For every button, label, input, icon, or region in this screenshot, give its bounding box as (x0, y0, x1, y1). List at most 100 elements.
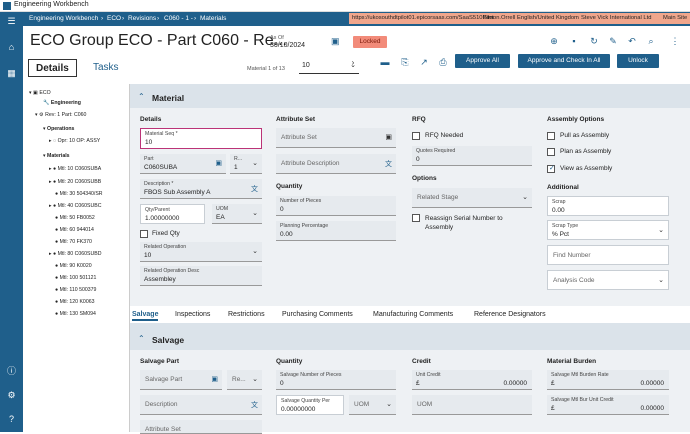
plan-as-assembly-checkbox[interactable] (547, 148, 555, 156)
undo-icon[interactable]: ↶ (626, 36, 638, 47)
salvage-part-field[interactable]: Salvage Part ▣ (140, 370, 222, 390)
unlock-button[interactable]: Unlock (617, 54, 659, 68)
tab-manufacturing-comments[interactable]: Manufacturing Comments (373, 311, 453, 318)
breadcrumb-item[interactable]: Revisions (128, 15, 156, 22)
salvage-uom-select[interactable]: UOM ⌄ (349, 395, 396, 415)
breadcrumb-bar: Engineering Workbench › ECO › Revisions … (23, 12, 690, 26)
calendar-icon[interactable]: ▣ (331, 36, 340, 47)
fixed-qty-checkbox[interactable] (140, 230, 148, 238)
print-icon[interactable]: ⎙ (437, 57, 449, 68)
tab-purchasing-comments[interactable]: Purchasing Comments (282, 311, 353, 318)
analysis-code-select[interactable]: Analysis Code ⌄ (547, 270, 669, 290)
collapse-chevron-icon[interactable]: ⌃ (138, 92, 145, 101)
salvage-revision-select[interactable]: Re... ⌄ (227, 370, 262, 390)
tab-details[interactable]: Details (28, 59, 77, 77)
tree-node-material[interactable]: ▸ ● Mtl: 10 C060SUBA (49, 166, 101, 172)
save-icon[interactable]: ▪ (568, 36, 580, 46)
number-of-pieces-field: Number of Pieces 0 (276, 196, 396, 216)
tree-node-materials[interactable]: ▾ Materials (43, 153, 70, 159)
breadcrumb-item[interactable]: Materials (200, 15, 226, 22)
user-context-bar: https://ukosouthdtpilot01.epicorsaas.com… (349, 13, 690, 24)
pull-as-assembly-checkbox[interactable] (547, 132, 555, 140)
attachment-icon[interactable]: ⎘ (399, 57, 411, 68)
tree-node-material[interactable]: ● Mtl: 60 944014 (55, 227, 94, 233)
open-external-icon[interactable]: ↗ (418, 57, 430, 68)
as-of-label: As Of (270, 35, 284, 41)
tab-salvage[interactable]: Salvage (132, 311, 159, 321)
window-title: Engineering Workbench (14, 1, 89, 8)
tree-node-eco[interactable]: ▾ ▣ ECO (29, 90, 51, 96)
view-as-assembly-checkbox[interactable] (547, 164, 555, 173)
add-icon[interactable]: ⊕ (548, 36, 560, 47)
tree-node-material[interactable]: ● Mtl: 110 500379 (55, 287, 96, 293)
qty-per-parent-field[interactable]: Qty/Parent 1.00000000 (140, 204, 205, 224)
breadcrumb-item[interactable]: ECO (107, 15, 121, 22)
scrap-type-select[interactable]: Scrap Type% Pct ⌄ (547, 220, 669, 240)
salvage-qty-per-field[interactable]: Salvage Quantity Per 0.00000000 (276, 395, 344, 415)
description-field[interactable]: Description * FBOS Sub Assembly A文 (140, 179, 262, 199)
more-options-icon[interactable]: ⋮ (669, 36, 681, 47)
view-icon[interactable]: ▬ (379, 57, 391, 67)
tree-node-material[interactable]: ● Mtl: 50 FB0052 (55, 215, 95, 221)
company[interactable]: Steve Vick International Ltd (581, 15, 651, 21)
app-icon (3, 2, 11, 10)
tree-node-material[interactable]: ● Mtl: 70 FK370 (55, 239, 92, 245)
material-section-header[interactable]: ⌃ Material (130, 88, 690, 108)
attribute-set-field[interactable]: Attribute Set ▣ (276, 128, 396, 148)
chevron-down-icon: ⌄ (658, 227, 664, 234)
tab-inspections[interactable]: Inspections (175, 311, 210, 318)
tab-reference-designators[interactable]: Reference Designators (474, 311, 546, 318)
tree-node-material[interactable]: ▸ ● Mtl: 20 C060SUBB (49, 179, 101, 185)
breadcrumb-item[interactable]: C060 - 1 - (164, 15, 193, 22)
rfq-needed-checkbox[interactable] (412, 132, 420, 140)
edit-icon[interactable]: ✎ (607, 36, 619, 47)
home-icon[interactable]: ⌂ (6, 42, 17, 53)
tree-node-material[interactable]: ● Mtl: 130 SM094 (55, 311, 96, 317)
tree-node-material[interactable]: ● Mtl: 120 K0063 (55, 299, 94, 305)
page-header: ECO Group ECO - Part C060 - Re... As Of … (23, 26, 690, 84)
salvage-section-header[interactable]: ⌃ Salvage (130, 330, 690, 350)
user-name[interactable]: Simon.Orrell (483, 15, 515, 21)
page-title: ECO Group ECO - Part C060 - Re... (30, 32, 287, 49)
tree-node-material[interactable]: ▸ ● Mtl: 80 C060SUBD (49, 251, 101, 257)
apps-icon[interactable]: ▦ (6, 68, 17, 79)
reassign-serial-checkbox[interactable] (412, 214, 420, 222)
revision-select[interactable]: R... 1 ⌄ (230, 154, 262, 174)
tree-node-operations[interactable]: ▾ Operations (43, 126, 74, 132)
next-record-icon[interactable]: › (347, 58, 359, 67)
menu-icon[interactable]: ☰ (6, 16, 17, 27)
tree-node-material[interactable]: ● Mtl: 100 501121 (55, 275, 96, 281)
info-icon[interactable]: ⓘ (6, 366, 17, 377)
find-number-field[interactable]: Find Number (547, 245, 669, 265)
salvage-description-field[interactable]: Description 文 (140, 395, 262, 415)
tree-node-engineering[interactable]: 🔧 Engineering (43, 100, 81, 106)
tab-tasks[interactable]: Tasks (93, 59, 119, 77)
chevron-down-icon: ⌄ (386, 401, 392, 408)
breadcrumb-item[interactable]: Engineering Workbench (29, 15, 98, 22)
approve-checkin-all-button[interactable]: Approve and Check In All (518, 54, 610, 68)
reassign-serial-label: Reassign Serial Number to Assembly (425, 215, 503, 231)
scrap-field[interactable]: Scrap 0.00 (547, 196, 669, 216)
collapse-chevron-icon[interactable]: ⌃ (138, 334, 145, 343)
tree-node-material[interactable]: ● Mtl: 30 504340/SR (55, 191, 103, 197)
language[interactable]: English/United Kingdom (517, 15, 579, 21)
related-stage-select[interactable]: Related Stage ⌄ (412, 188, 532, 208)
material-seq-field[interactable]: Material Seq * 10 (140, 128, 262, 149)
tab-restrictions[interactable]: Restrictions (228, 311, 265, 318)
tree-node-operation[interactable]: ▸ ◌ Opr: 10 OP: ASSY (49, 138, 100, 144)
attribute-description-field[interactable]: Attribute Description 文 (276, 154, 396, 174)
search-icon[interactable]: ⌕ (645, 36, 657, 47)
related-operation-select[interactable]: Related Operation 10 ⌄ (140, 242, 262, 262)
tree-node-material[interactable]: ● Mtl: 90 K0020 (55, 263, 92, 269)
uom-select[interactable]: UOM EA ⌄ (212, 204, 262, 224)
help-icon[interactable]: ? (6, 414, 17, 425)
refresh-icon[interactable]: ↻ (588, 36, 600, 47)
part-field[interactable]: Part C060SUBA ▣ (140, 154, 226, 174)
assembly-options-heading: Assembly Options (547, 116, 605, 123)
approve-all-button[interactable]: Approve All (455, 54, 510, 68)
site[interactable]: Main Site (663, 15, 687, 21)
tree-node-material[interactable]: ▸ ● Mtl: 40 C060SUBC (49, 203, 101, 209)
tree-node-revision[interactable]: ▾ ⚙ Rev: 1 Part: C060 (35, 112, 86, 118)
lookup-icon: ▣ (385, 134, 392, 141)
settings-icon[interactable]: ⚙ (6, 390, 17, 401)
